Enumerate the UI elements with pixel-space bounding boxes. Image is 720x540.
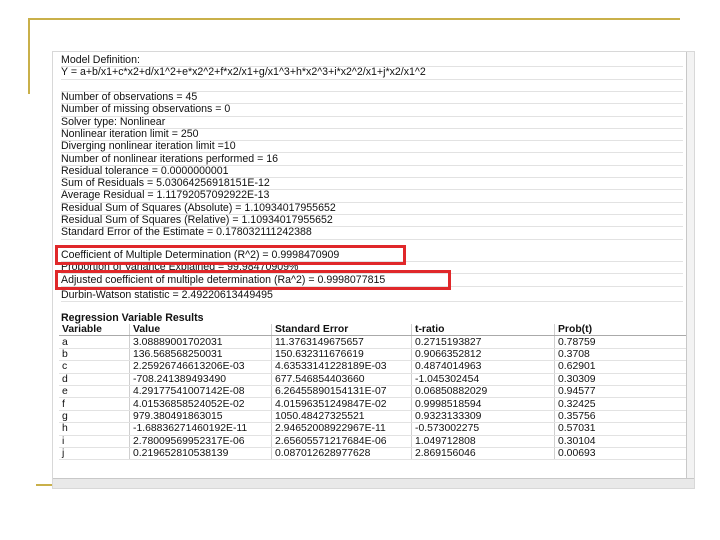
model-equation: Y = a+b/x1+c*x2+d/x1^2+e*x2^2+f*x2/x1+g/… bbox=[61, 66, 683, 80]
table-row: d -708.241389493490 677.546854403660 -1.… bbox=[59, 373, 687, 386]
table-row: h -1.68836271460192E-11 2.94652008922967… bbox=[59, 422, 687, 436]
header-prob: Prob(t) bbox=[554, 324, 687, 337]
cell-prob: 0.57031 bbox=[554, 422, 687, 436]
results-title: Regression Variable Results bbox=[61, 312, 204, 324]
stat-durbin-watson: Durbin-Watson statistic = 2.492206134494… bbox=[61, 289, 683, 302]
stat-iterations-performed: Number of nonlinear iterations performed… bbox=[61, 153, 683, 166]
cell-value: 2.78009569952317E-06 bbox=[129, 435, 272, 448]
cell-variable: i bbox=[59, 435, 130, 448]
header-variable: Variable bbox=[59, 324, 130, 337]
cell-variable: j bbox=[59, 447, 130, 461]
cell-value: 3.08889001702031 bbox=[129, 335, 272, 349]
table-row: e 4.29177541007142E-08 6.26455890154131E… bbox=[59, 385, 687, 399]
header-value: Value bbox=[129, 324, 272, 337]
cell-standard-error: 0.087012628977628 bbox=[271, 447, 412, 461]
stat-missing-observations: Number of missing observations = 0 bbox=[61, 103, 683, 117]
cell-variable: b bbox=[59, 348, 130, 362]
header-t-ratio: t-ratio bbox=[411, 324, 555, 337]
cell-standard-error: 677.546854403660 bbox=[271, 373, 412, 386]
cell-standard-error: 2.65605571217684E-06 bbox=[271, 435, 412, 448]
table-header-row: Variable Value Standard Error t-ratio Pr… bbox=[59, 324, 687, 337]
cell-prob: 0.94577 bbox=[554, 385, 687, 399]
cell-value: 4.29177541007142E-08 bbox=[129, 385, 272, 399]
table-row: i 2.78009569952317E-06 2.65605571217684E… bbox=[59, 435, 687, 448]
slide-left-rule bbox=[28, 18, 30, 94]
sheet-horizontal-scrollbar[interactable] bbox=[53, 478, 694, 488]
stat-diverging-limit: Diverging nonlinear iteration limit =10 bbox=[61, 140, 683, 154]
table-row: a 3.08889001702031 11.3763149675657 0.27… bbox=[59, 335, 687, 349]
cell-value: 2.25926746613206E-03 bbox=[129, 360, 272, 374]
cell-t-ratio: 1.049712808 bbox=[411, 435, 555, 448]
cell-variable: a bbox=[59, 335, 130, 349]
table-row: c 2.25926746613206E-03 4.63533141228189E… bbox=[59, 360, 687, 374]
cell-t-ratio: -1.045302454 bbox=[411, 373, 555, 386]
stat-iteration-limit: Nonlinear iteration limit = 250 bbox=[61, 128, 683, 142]
r-squared-highlight bbox=[55, 245, 406, 265]
spreadsheet-panel: Model Definition: Y = a+b/x1+c*x2+d/x1^2… bbox=[52, 51, 695, 489]
slide-top-rule bbox=[28, 18, 680, 20]
cell-standard-error: 6.26455890154131E-07 bbox=[271, 385, 412, 399]
cell-value: 136.568568250031 bbox=[129, 348, 272, 362]
cell-t-ratio: -0.573002275 bbox=[411, 422, 555, 436]
cell-prob: 0.30104 bbox=[554, 435, 687, 448]
stat-sum-residuals: Sum of Residuals = 5.03064256918151E-12 bbox=[61, 177, 683, 191]
sheet-right-edge bbox=[686, 52, 694, 488]
cell-variable: f bbox=[59, 397, 130, 411]
cell-prob: 0.00693 bbox=[554, 447, 687, 461]
cell-t-ratio: 2.869156046 bbox=[411, 447, 555, 461]
cell-value: 979.380491863015 bbox=[129, 410, 272, 424]
cell-value: -1.68836271460192E-11 bbox=[129, 422, 272, 436]
stat-residual-tolerance: Residual tolerance = 0.0000000001 bbox=[61, 165, 683, 179]
cell-t-ratio: 0.9066352812 bbox=[411, 348, 555, 362]
table-row: j 0.219652810538139 0.087012628977628 2.… bbox=[59, 447, 687, 461]
cell-value: 0.219652810538139 bbox=[129, 447, 272, 461]
cell-variable: c bbox=[59, 360, 130, 374]
stat-rss-absolute: Residual Sum of Squares (Absolute) = 1.1… bbox=[61, 202, 683, 215]
cell-standard-error: 2.94652008922967E-11 bbox=[271, 422, 412, 436]
cell-variable: g bbox=[59, 410, 130, 424]
cell-prob: 0.32425 bbox=[554, 397, 687, 411]
model-definition-label: Model Definition: bbox=[61, 54, 683, 68]
cell-prob: 0.35756 bbox=[554, 410, 687, 424]
cell-variable: d bbox=[59, 373, 130, 386]
cell-prob: 0.3708 bbox=[554, 348, 687, 362]
cell-variable: e bbox=[59, 385, 130, 399]
cell-variable: h bbox=[59, 422, 130, 436]
cell-value: -708.241389493490 bbox=[129, 373, 272, 386]
cell-standard-error: 1050.48427325521 bbox=[271, 410, 412, 424]
regression-results-table: Variable Value Standard Error t-ratio Pr… bbox=[59, 324, 687, 461]
table-row: f 4.01536858524052E-02 4.01596351249847E… bbox=[59, 397, 687, 411]
blank-row bbox=[61, 79, 683, 92]
cell-t-ratio: 0.2715193827 bbox=[411, 335, 555, 349]
cell-standard-error: 4.63533141228189E-03 bbox=[271, 360, 412, 374]
stat-observations: Number of observations = 45 bbox=[61, 91, 683, 105]
table-row: g 979.380491863015 1050.48427325521 0.93… bbox=[59, 410, 687, 424]
cell-prob: 0.78759 bbox=[554, 335, 687, 349]
cell-prob: 0.62901 bbox=[554, 360, 687, 374]
cell-standard-error: 150.632311676619 bbox=[271, 348, 412, 362]
header-standard-error: Standard Error bbox=[271, 324, 412, 337]
stat-standard-error: Standard Error of the Estimate = 0.17803… bbox=[61, 226, 683, 240]
cell-t-ratio: 0.4874014963 bbox=[411, 360, 555, 374]
cell-standard-error: 11.3763149675657 bbox=[271, 335, 412, 349]
stat-average-residual: Average Residual = 1.11792057092922E-13 bbox=[61, 189, 683, 203]
stat-solver-type: Solver type: Nonlinear bbox=[61, 116, 683, 129]
cell-t-ratio: 0.9998518594 bbox=[411, 397, 555, 411]
cell-prob: 0.30309 bbox=[554, 373, 687, 386]
cell-value: 4.01536858524052E-02 bbox=[129, 397, 272, 411]
cell-t-ratio: 0.06850882029 bbox=[411, 385, 555, 399]
cell-standard-error: 4.01596351249847E-02 bbox=[271, 397, 412, 411]
table-row: b 136.568568250031 150.632311676619 0.90… bbox=[59, 348, 687, 362]
cell-t-ratio: 0.9323133309 bbox=[411, 410, 555, 424]
adjusted-r-squared-highlight bbox=[55, 270, 451, 290]
stat-rss-relative: Residual Sum of Squares (Relative) = 1.1… bbox=[61, 214, 683, 228]
